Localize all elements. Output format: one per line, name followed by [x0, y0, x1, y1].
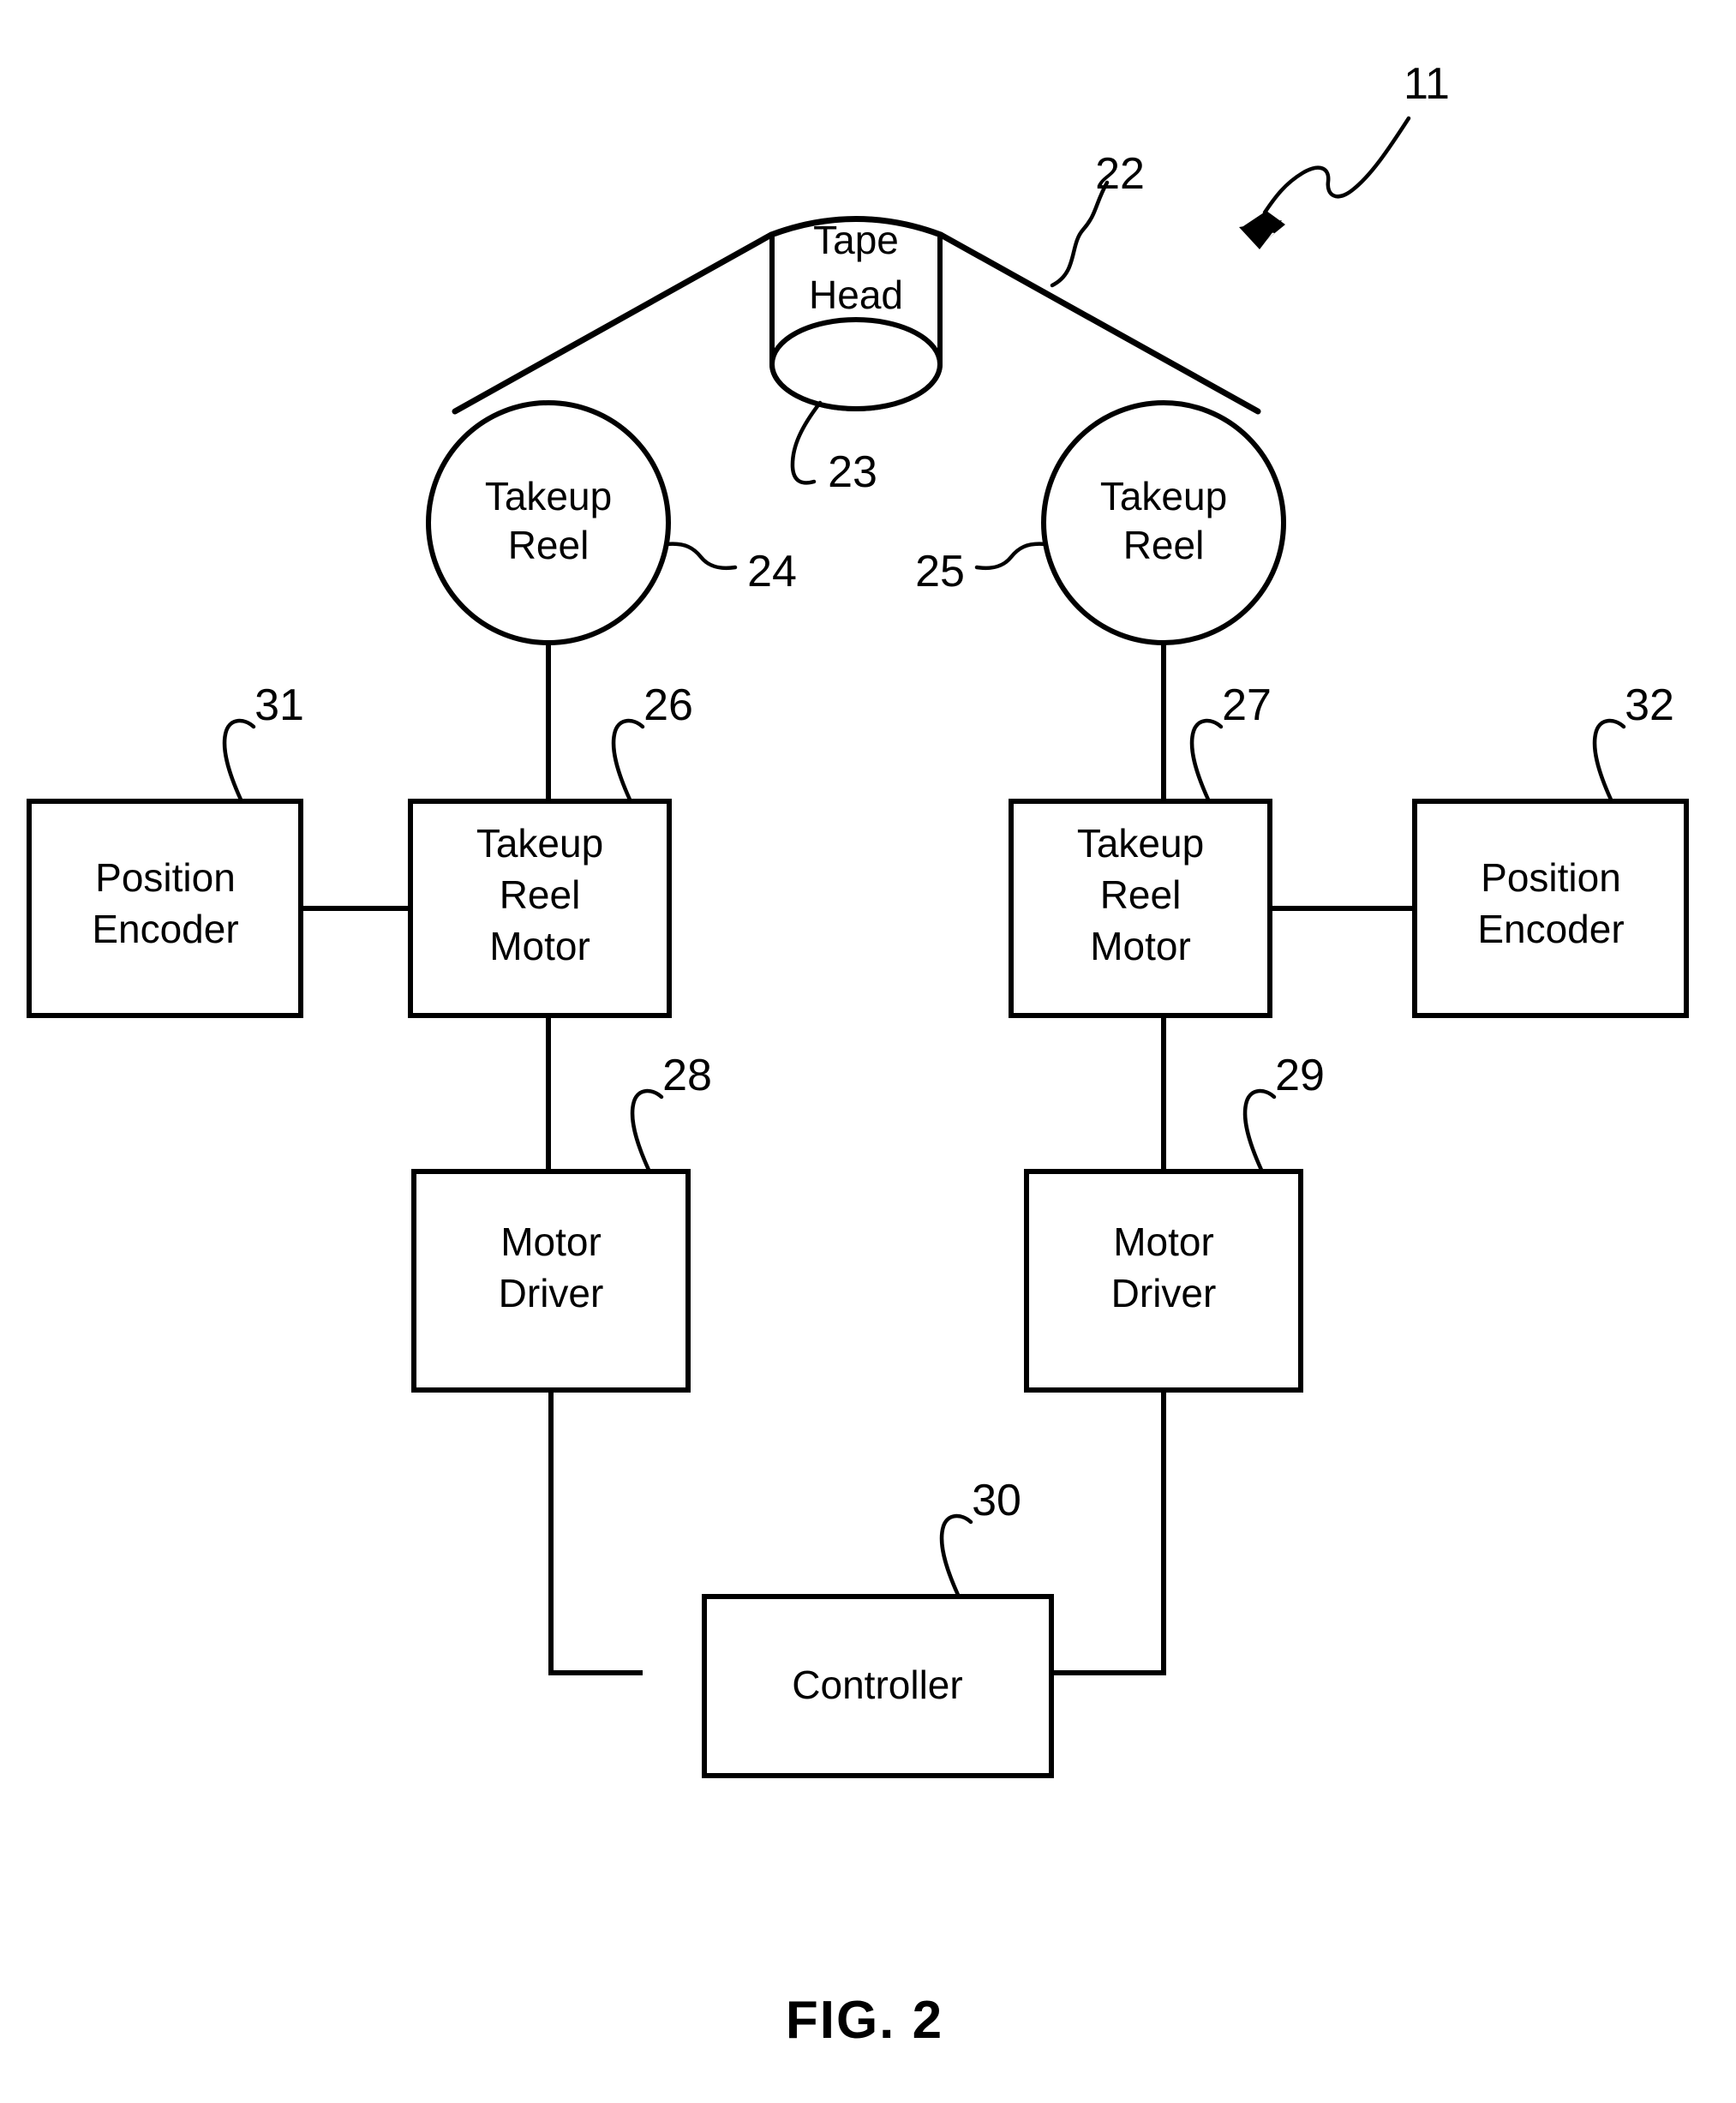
ref-23-leader: [790, 400, 823, 485]
ref-label-32: 32: [1625, 680, 1674, 730]
left-encoder-label-line1: Position: [95, 855, 236, 900]
ref-24-leader: [664, 542, 738, 571]
left-driver-controller-link: [548, 1390, 643, 1675]
right-driver-label-line2: Driver: [1111, 1271, 1217, 1315]
tape-head-cylinder: [769, 237, 943, 411]
ref-label-30: 30: [972, 1476, 1021, 1525]
left-motor-label-line1: Takeup: [476, 821, 603, 866]
ref-label-23: 23: [828, 447, 877, 497]
left-driver-label-line1: Motor: [500, 1219, 602, 1264]
ref-27-leader: [1189, 718, 1224, 802]
right-encoder-label-line2: Encoder: [1477, 907, 1624, 951]
ref-label-31: 31: [254, 680, 304, 730]
right-reel-label-line2: Reel: [1123, 523, 1205, 567]
controller-label: Controller: [792, 1663, 962, 1707]
tape-head-label-line2: Head: [809, 273, 903, 317]
ref-label-24: 24: [747, 547, 797, 596]
ref-31-leader: [222, 718, 256, 802]
ref-label-29: 29: [1275, 1051, 1325, 1100]
tape-left-segment: [452, 231, 775, 415]
ref-30-leader: [939, 1513, 973, 1597]
ref-label-22: 22: [1095, 149, 1145, 199]
diagram-canvas: Tape Head 22 23 11 Takeup Reel 24 Takeup…: [27, 59, 1689, 2050]
right-reel-label-line1: Takeup: [1100, 474, 1227, 518]
patent-figure: Tape Head 22 23 11 Takeup Reel 24 Takeup…: [0, 0, 1736, 2103]
figure-caption: FIG. 2: [786, 1991, 943, 2050]
ref-25-leader: [974, 542, 1048, 571]
left-reel-label-line2: Reel: [508, 523, 590, 567]
ref-29-leader: [1242, 1088, 1277, 1172]
right-motor-label-line1: Takeup: [1077, 821, 1204, 866]
ref-label-28: 28: [662, 1051, 712, 1100]
right-motor-label-line3: Motor: [1090, 924, 1191, 968]
ref-26-leader: [611, 718, 645, 802]
right-motor-label-line2: Reel: [1100, 872, 1182, 917]
ref-11-arrow: [1239, 116, 1411, 249]
left-encoder-label-line2: Encoder: [92, 907, 238, 951]
tape-head-bottom-ellipse: [769, 317, 943, 411]
left-reel-label-line1: Takeup: [485, 474, 612, 518]
ref-28-leader: [630, 1088, 664, 1172]
right-driver-label-line1: Motor: [1113, 1219, 1214, 1264]
right-driver-controller-link: [1051, 1390, 1166, 1675]
right-encoder-label-line1: Position: [1481, 855, 1621, 900]
ref-label-27: 27: [1222, 680, 1272, 730]
ref-label-25: 25: [915, 547, 965, 596]
ref-label-11: 11: [1404, 59, 1450, 109]
left-motor-label-line2: Reel: [500, 872, 581, 917]
left-driver-label-line2: Driver: [499, 1271, 604, 1315]
left-motor-label-line3: Motor: [489, 924, 590, 968]
ref-32-leader: [1592, 718, 1626, 802]
ref-label-26: 26: [644, 680, 693, 730]
tape-right-segment: [937, 231, 1261, 415]
tape-head-label-line1: Tape: [813, 218, 899, 262]
